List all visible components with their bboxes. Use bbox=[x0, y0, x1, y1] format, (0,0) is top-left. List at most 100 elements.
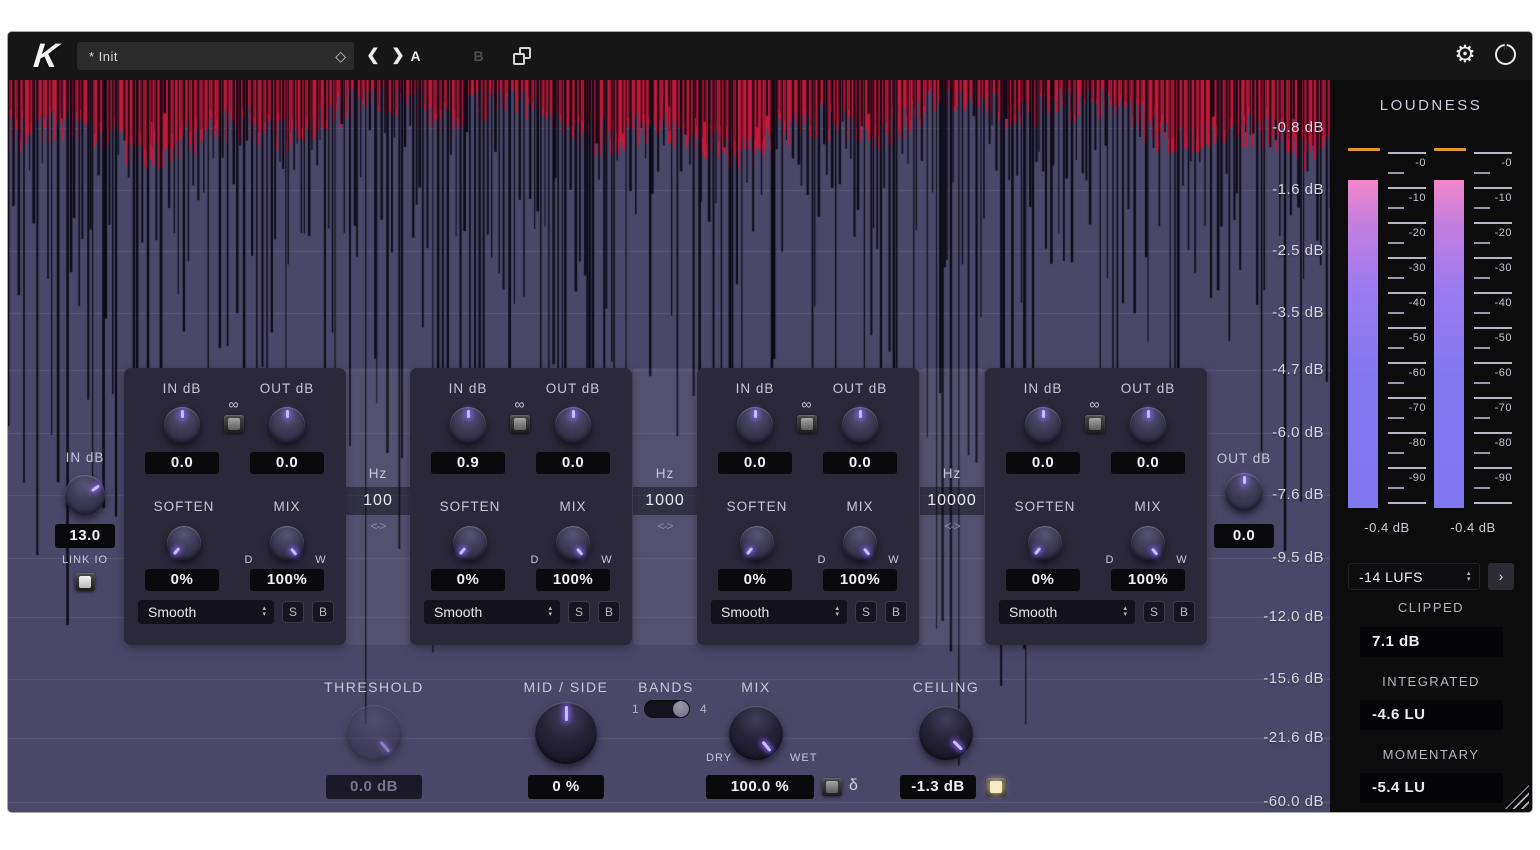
band-mix-knob[interactable] bbox=[556, 526, 590, 560]
ceiling-value[interactable]: -1.3 dB bbox=[900, 775, 976, 799]
band-out-knob[interactable] bbox=[555, 407, 591, 443]
link-io-button[interactable] bbox=[75, 573, 95, 591]
lufs-target-value[interactable]: -14 LUFS bbox=[1359, 569, 1423, 585]
ceiling-knob[interactable] bbox=[919, 706, 973, 760]
ab-compare-b-button[interactable]: B bbox=[468, 42, 490, 70]
band-soften-value[interactable]: 0% bbox=[718, 569, 792, 591]
lufs-target-select[interactable]: -14 LUFS ▴▾ bbox=[1348, 563, 1480, 590]
band-mix-knob[interactable] bbox=[843, 526, 877, 560]
band-in-value[interactable]: 0.0 bbox=[145, 452, 219, 474]
band-mix-value[interactable]: 100% bbox=[250, 569, 324, 591]
main-input-knob[interactable] bbox=[65, 475, 105, 515]
band-solo-button[interactable]: S bbox=[1143, 601, 1165, 623]
band-mix-value[interactable]: 100% bbox=[1111, 569, 1185, 591]
band-in-knob[interactable] bbox=[737, 407, 773, 443]
band-bypass-button[interactable]: B bbox=[1173, 601, 1195, 623]
mix-knob[interactable] bbox=[729, 706, 783, 760]
band-panel: IN dB OUT dB ∞ 0.0 0.0 SOFTEN MIX D W 0%… bbox=[985, 368, 1207, 645]
band-mix-knob[interactable] bbox=[270, 526, 304, 560]
band-soften-value[interactable]: 0% bbox=[145, 569, 219, 591]
crossover-drag-icon[interactable]: <-> bbox=[920, 519, 984, 533]
band-mode-dropdown[interactable]: Smooth ▴▾ bbox=[999, 600, 1135, 624]
settings-gear-icon[interactable]: ⚙ bbox=[1450, 40, 1480, 70]
delta-monitor-button[interactable] bbox=[822, 778, 842, 796]
band-solo-button[interactable]: S bbox=[855, 601, 877, 623]
band-out-label: OUT dB bbox=[823, 381, 897, 396]
band-wet-label: W bbox=[314, 554, 328, 566]
power-bypass-icon[interactable] bbox=[1495, 44, 1516, 65]
band-solo-button[interactable]: S bbox=[568, 601, 590, 623]
preset-stepper-icon[interactable]: ◇ bbox=[335, 48, 346, 65]
chevron-updown-icon: ▴▾ bbox=[262, 606, 266, 618]
copy-preset-icon[interactable] bbox=[513, 47, 531, 65]
main-output-knob[interactable] bbox=[1225, 473, 1263, 511]
threshold-value[interactable]: 0.0 dB bbox=[326, 775, 422, 799]
band-mode-value[interactable]: Smooth bbox=[148, 604, 196, 620]
band-in-value[interactable]: 0.9 bbox=[431, 452, 505, 474]
crossover-drag-icon[interactable]: <-> bbox=[633, 519, 697, 533]
preset-name[interactable]: * Init bbox=[89, 49, 335, 64]
meter-tick-label: -0 bbox=[1474, 157, 1512, 169]
resize-grip[interactable] bbox=[1505, 785, 1529, 809]
band-mode-value[interactable]: Smooth bbox=[1009, 604, 1057, 620]
band-mix-value[interactable]: 100% bbox=[823, 569, 897, 591]
band-out-knob[interactable] bbox=[269, 407, 305, 443]
band-out-knob[interactable] bbox=[1130, 407, 1166, 443]
band-soften-knob[interactable] bbox=[453, 526, 487, 560]
band-in-knob[interactable] bbox=[1025, 407, 1061, 443]
band-in-knob[interactable] bbox=[450, 407, 486, 443]
threshold-knob[interactable] bbox=[346, 705, 402, 761]
crossover-freq-value[interactable]: 100 bbox=[346, 487, 410, 515]
meter-tick-label: -70 bbox=[1474, 402, 1512, 414]
prev-preset-button[interactable]: ❮ bbox=[362, 42, 384, 70]
band-in-knob[interactable] bbox=[164, 407, 200, 443]
infinity-clip-button[interactable] bbox=[797, 415, 817, 433]
crossover-drag-icon[interactable]: <-> bbox=[346, 519, 410, 533]
clipped-value: 7.1 dB bbox=[1360, 627, 1503, 657]
band-soften-knob[interactable] bbox=[740, 526, 774, 560]
band-mode-dropdown[interactable]: Smooth ▴▾ bbox=[711, 600, 847, 624]
infinity-clip-button[interactable] bbox=[224, 415, 244, 433]
band-soften-knob[interactable] bbox=[1028, 526, 1062, 560]
band-soften-knob[interactable] bbox=[167, 526, 201, 560]
band-mix-value[interactable]: 100% bbox=[536, 569, 610, 591]
clip-indicator-left bbox=[1348, 148, 1380, 151]
band-bypass-button[interactable]: B bbox=[598, 601, 620, 623]
main-input-value[interactable]: 13.0 bbox=[55, 524, 115, 548]
infinity-clip-button[interactable] bbox=[510, 415, 530, 433]
preset-selector[interactable]: * Init ◇ bbox=[77, 42, 354, 70]
band-wet-label: W bbox=[1175, 554, 1189, 566]
band-mode-value[interactable]: Smooth bbox=[721, 604, 769, 620]
band-out-value[interactable]: 0.0 bbox=[1111, 452, 1185, 474]
band-solo-button[interactable]: S bbox=[282, 601, 304, 623]
band-mode-value[interactable]: Smooth bbox=[434, 604, 482, 620]
ceiling-enable-button[interactable] bbox=[986, 778, 1006, 796]
momentary-value: -5.4 LU bbox=[1360, 773, 1503, 803]
meter-tick-label: -10 bbox=[1474, 192, 1512, 204]
band-mix-knob[interactable] bbox=[1131, 526, 1165, 560]
band-out-value[interactable]: 0.0 bbox=[823, 452, 897, 474]
midside-knob[interactable] bbox=[535, 702, 597, 764]
band-out-value[interactable]: 0.0 bbox=[536, 452, 610, 474]
band-mode-dropdown[interactable]: Smooth ▴▾ bbox=[138, 600, 274, 624]
band-bypass-button[interactable]: B bbox=[312, 601, 334, 623]
expand-button[interactable]: › bbox=[1488, 563, 1514, 590]
band-out-value[interactable]: 0.0 bbox=[250, 452, 324, 474]
bands-toggle[interactable] bbox=[644, 700, 690, 718]
band-soften-value[interactable]: 0% bbox=[1006, 569, 1080, 591]
band-in-value[interactable]: 0.0 bbox=[718, 452, 792, 474]
mix-label: MIX bbox=[696, 679, 816, 695]
mix-value[interactable]: 100.0 % bbox=[706, 775, 814, 799]
chevron-updown-icon: ▴▾ bbox=[1123, 606, 1127, 618]
main-output-value[interactable]: 0.0 bbox=[1214, 524, 1274, 548]
midside-value[interactable]: 0 % bbox=[528, 775, 604, 799]
band-mode-dropdown[interactable]: Smooth ▴▾ bbox=[424, 600, 560, 624]
ab-compare-a-button[interactable]: A bbox=[405, 42, 427, 70]
crossover-freq-value[interactable]: 10000 bbox=[920, 487, 984, 515]
band-in-value[interactable]: 0.0 bbox=[1006, 452, 1080, 474]
band-out-knob[interactable] bbox=[842, 407, 878, 443]
crossover-freq-value[interactable]: 1000 bbox=[633, 487, 697, 515]
band-soften-value[interactable]: 0% bbox=[431, 569, 505, 591]
band-bypass-button[interactable]: B bbox=[885, 601, 907, 623]
infinity-clip-button[interactable] bbox=[1085, 415, 1105, 433]
